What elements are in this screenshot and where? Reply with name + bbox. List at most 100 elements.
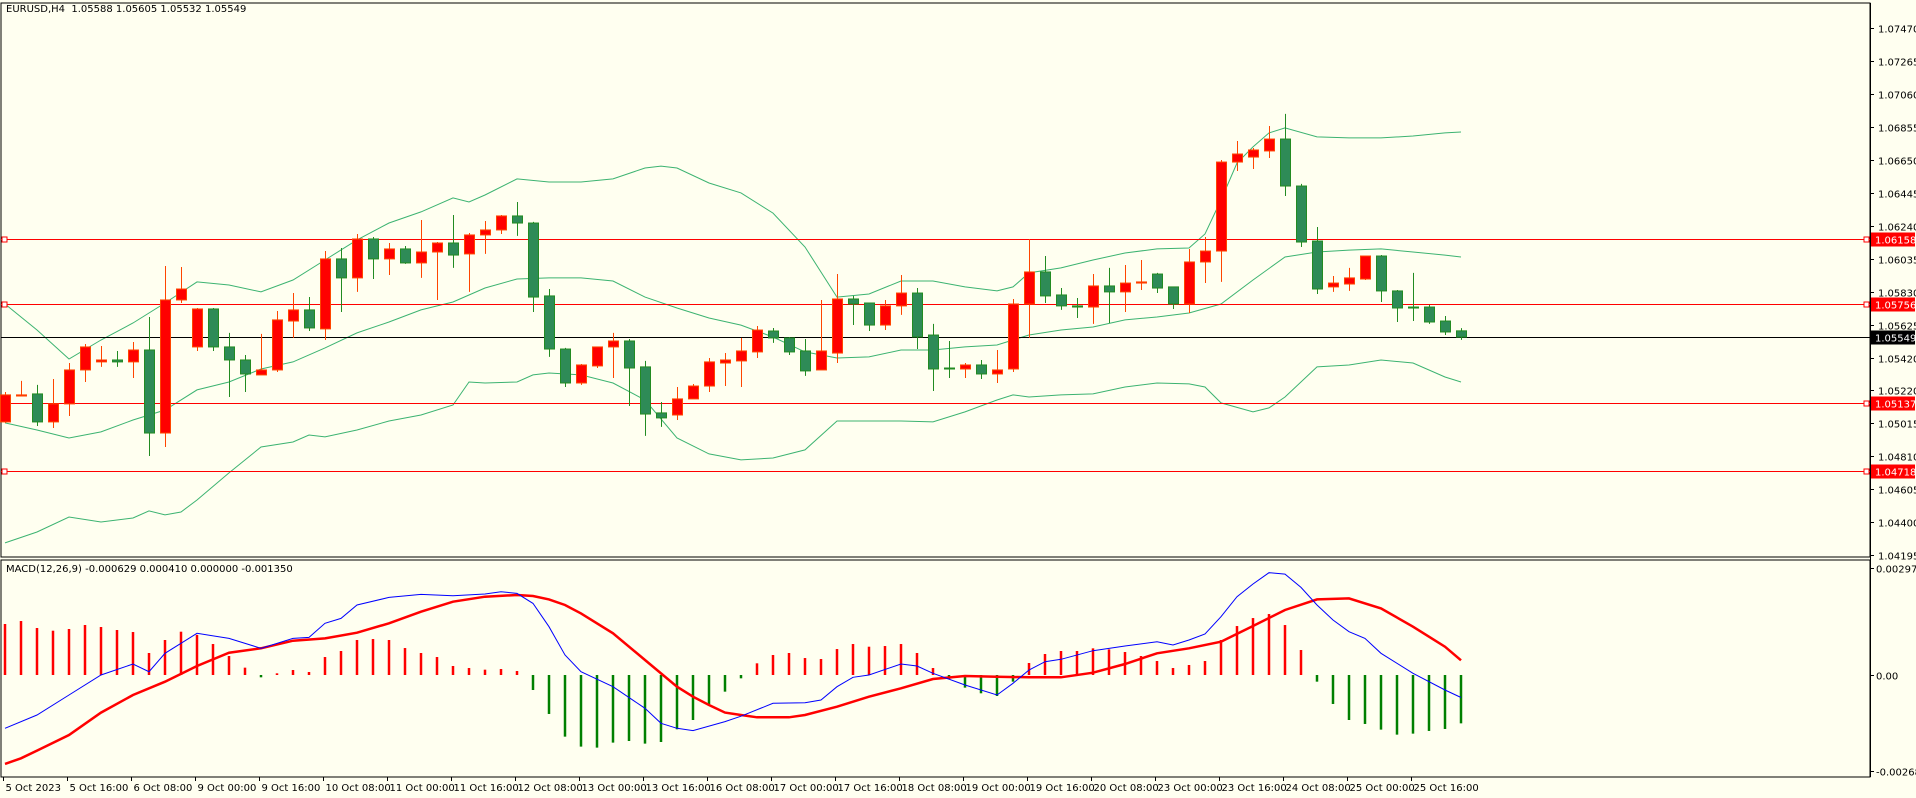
bull-candle[interactable] — [688, 383, 699, 400]
price-tick-label: 1.04605 — [1878, 486, 1916, 497]
bull-candle[interactable] — [0, 391, 11, 423]
price-tick-label: 1.04810 — [1878, 453, 1916, 464]
candle-body — [736, 350, 747, 362]
candle-body — [320, 258, 331, 330]
bear-candle[interactable] — [1424, 304, 1435, 324]
bull-candle[interactable] — [592, 346, 603, 369]
candle-body — [1264, 138, 1275, 152]
candle-body — [352, 238, 363, 279]
candle-body — [1072, 305, 1083, 308]
chart-canvas[interactable]: 1.07470 1.07265 1.07060 1.06855 1.06650 1.064… — [0, 0, 1916, 798]
time-tick-label: 25 Oct 16:00 — [1414, 783, 1479, 794]
time-tick-label: 9 Oct 16:00 — [262, 783, 321, 794]
time-tick-label: 13 Oct 16:00 — [646, 783, 711, 794]
candle-body — [192, 308, 203, 348]
candle-body — [1008, 303, 1019, 370]
candle-body — [1040, 271, 1051, 297]
chart-background — [0, 0, 1916, 798]
bear-candle[interactable] — [544, 289, 555, 357]
bull-candle[interactable] — [192, 307, 203, 351]
price-tick-label: 1.04195 — [1878, 552, 1916, 563]
time-tick-label: 5 Oct 16:00 — [70, 783, 129, 794]
bull-candle[interactable] — [320, 251, 331, 341]
candle-body — [272, 319, 283, 371]
candle-body — [704, 361, 715, 387]
level-handle-right[interactable] — [1863, 301, 1870, 308]
time-tick-label: 6 Oct 08:00 — [134, 783, 193, 794]
bear-candle[interactable] — [784, 336, 795, 355]
candle-body — [1360, 255, 1371, 280]
candle-body — [1152, 273, 1163, 289]
level-handle-left[interactable] — [1, 301, 8, 308]
bull-candle[interactable] — [576, 363, 587, 385]
level-handle-left[interactable] — [1, 236, 8, 243]
price-tick-label: 1.07265 — [1878, 58, 1916, 69]
candle-body — [880, 305, 891, 326]
price-tick-label: 1.05015 — [1878, 420, 1916, 431]
bull-candle[interactable] — [1360, 255, 1371, 280]
current-price-tag-label: 1.05549 — [1875, 334, 1916, 345]
symbol-ohlc-header: EURUSD,H4 1.05588 1.05605 1.05532 1.0554… — [6, 4, 247, 15]
candle-body — [400, 248, 411, 264]
bear-candle[interactable] — [1296, 183, 1307, 248]
candle-body — [720, 359, 731, 364]
candle-body — [1056, 294, 1067, 307]
level-handle-right[interactable] — [1863, 236, 1870, 243]
time-tick-label: 25 Oct 00:00 — [1350, 783, 1415, 794]
candle-body — [384, 248, 395, 260]
time-tick-label: 24 Oct 08:00 — [1286, 783, 1351, 794]
candle-body — [416, 251, 427, 264]
price-tick-label: 1.06445 — [1878, 190, 1916, 201]
time-tick-label: 18 Oct 08:00 — [902, 783, 967, 794]
bear-candle[interactable] — [208, 307, 219, 351]
candle-body — [768, 330, 779, 339]
candle-body — [832, 298, 843, 354]
candle-body — [960, 364, 971, 370]
candle-body — [32, 393, 43, 423]
candle-body — [1104, 285, 1115, 293]
candle-body — [1168, 286, 1179, 305]
bull-candle[interactable] — [1008, 298, 1019, 373]
candle-body — [512, 215, 523, 224]
price-tick-label: 1.06035 — [1878, 256, 1916, 267]
macd-tick-label: -0.002688 — [1876, 768, 1916, 779]
time-tick-label: 11 Oct 16:00 — [454, 783, 519, 794]
candle-body — [304, 309, 315, 329]
candle-body — [1424, 306, 1435, 323]
candle-body — [864, 302, 875, 326]
time-tick-label: 17 Oct 16:00 — [838, 783, 903, 794]
time-tick-label: 23 Oct 00:00 — [1158, 783, 1223, 794]
time-tick-label: 20 Oct 08:00 — [1094, 783, 1159, 794]
candle-body — [912, 292, 923, 338]
candle-body — [464, 234, 475, 255]
price-tick-label: 1.06855 — [1878, 124, 1916, 135]
bear-candle[interactable] — [560, 347, 571, 388]
candle-body — [1456, 330, 1467, 338]
candle-body — [1280, 138, 1291, 187]
candle-body — [288, 309, 299, 322]
level-handle-right[interactable] — [1863, 400, 1870, 407]
level-handle-left[interactable] — [1, 468, 8, 475]
candle-body — [608, 340, 619, 348]
candle-body — [784, 337, 795, 353]
bull-candle[interactable] — [272, 311, 283, 373]
level-handle-right[interactable] — [1863, 468, 1870, 475]
candle-body — [480, 229, 491, 236]
bear-candle[interactable] — [400, 246, 411, 264]
candle-body — [1296, 185, 1307, 243]
candle-body — [1120, 282, 1131, 293]
candle-body — [800, 350, 811, 372]
candle-body — [1312, 240, 1323, 290]
candle-body — [448, 242, 459, 256]
time-tick-label: 17 Oct 00:00 — [774, 783, 839, 794]
candle-body — [368, 238, 379, 260]
time-tick-label: 10 Oct 08:00 — [326, 783, 391, 794]
price-tick-label: 1.06240 — [1878, 223, 1916, 234]
candle-body — [992, 369, 1003, 375]
candle-body — [1328, 282, 1339, 288]
candle-body — [1344, 277, 1355, 285]
level-price-tag-label: 1.05756 — [1875, 301, 1916, 312]
candle-body — [672, 398, 683, 416]
candle-body — [112, 359, 123, 363]
candle-body — [592, 346, 603, 367]
